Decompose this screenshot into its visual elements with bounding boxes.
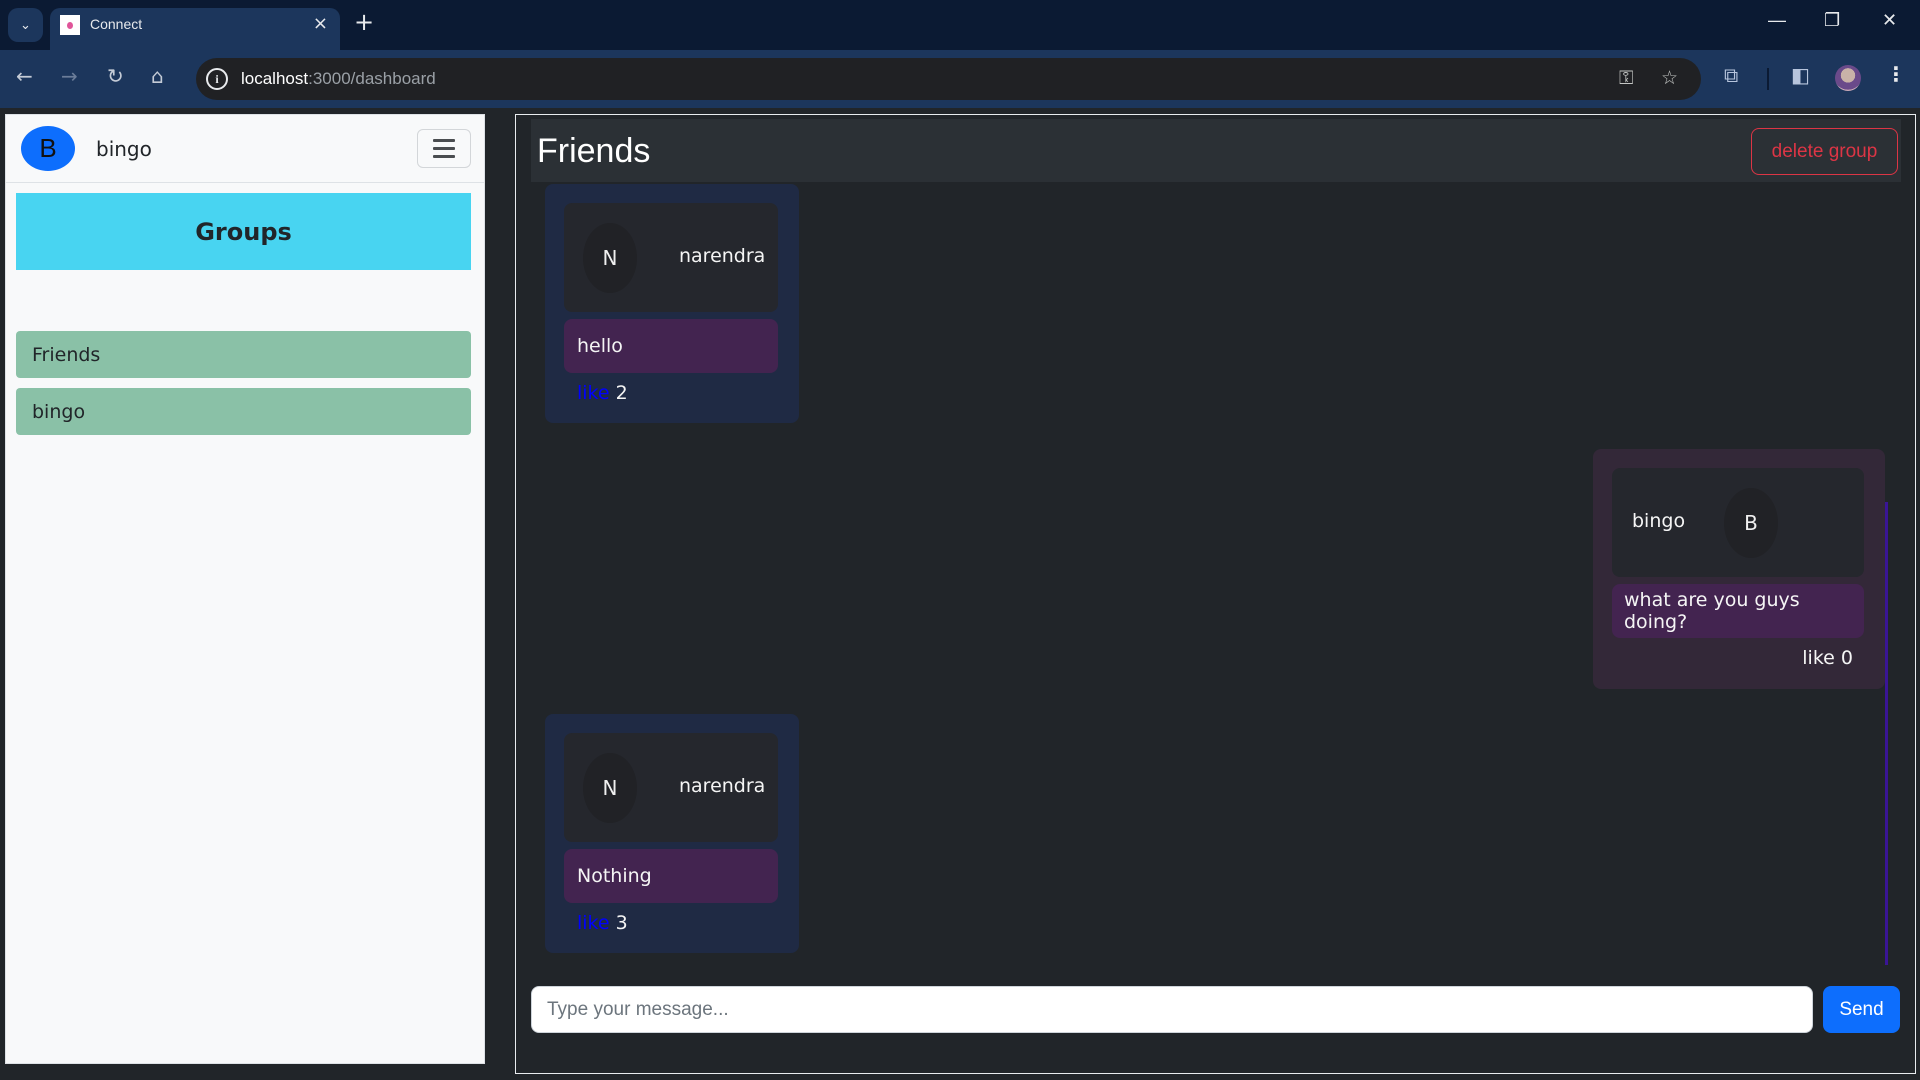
sidebar-header: B bingo — [6, 115, 484, 183]
sender-name: bingo — [1632, 510, 1686, 532]
minimize-icon[interactable]: — — [1768, 10, 1786, 31]
user-avatar: B — [21, 126, 75, 171]
browser-menu-icon[interactable]: ⋮ — [1886, 62, 1906, 86]
url-text[interactable]: localhost:3000/dashboard — [241, 69, 436, 89]
hamburger-icon — [433, 139, 455, 142]
like-button[interactable]: like — [1802, 647, 1835, 669]
toolbar-divider — [1767, 68, 1769, 90]
chat-panel: Friends delete group N narendra hello li… — [515, 114, 1916, 1074]
sender-name: narendra — [679, 775, 766, 797]
browser-tab-strip: ⌄ Connect × + — ❐ ✕ — [0, 0, 1920, 50]
username: bingo — [96, 137, 152, 161]
site-info-icon[interactable]: i — [206, 68, 228, 90]
window-close-icon[interactable]: ✕ — [1882, 10, 1897, 31]
password-key-icon[interactable]: ⚿ — [1619, 67, 1633, 89]
forward-icon[interactable]: → — [61, 64, 78, 88]
sidebar-item-bingo[interactable]: bingo — [16, 388, 471, 435]
message-text: Nothing — [564, 849, 778, 903]
message-input[interactable] — [531, 986, 1813, 1033]
side-panel-icon[interactable]: ◧ — [1791, 63, 1810, 87]
like-count: 0 — [1840, 647, 1853, 669]
chevron-down-icon: ⌄ — [20, 17, 31, 33]
message-card: N narendra Nothing like 3 — [545, 714, 799, 953]
url-path: :3000/dashboard — [308, 69, 436, 88]
home-icon[interactable]: ⌂ — [151, 64, 164, 88]
sidebar-item-friends[interactable]: Friends — [16, 331, 471, 378]
message-text: what are you guys doing? — [1612, 584, 1864, 638]
back-icon[interactable]: ← — [16, 64, 33, 88]
like-count: 2 — [615, 382, 628, 404]
group-title: Friends — [537, 132, 651, 170]
sender-avatar: N — [583, 753, 637, 823]
restore-icon[interactable]: ❐ — [1824, 10, 1840, 31]
extensions-icon[interactable]: ⧉ — [1724, 63, 1738, 87]
sender-avatar: B — [1724, 488, 1778, 558]
chat-header: Friends delete group — [531, 119, 1901, 182]
like-row: like 3 — [577, 912, 628, 934]
address-bar[interactable]: i localhost:3000/dashboard ⚿ ☆ — [196, 58, 1701, 100]
profile-avatar[interactable] — [1835, 65, 1861, 91]
message-header: bingo B — [1612, 468, 1864, 577]
message-header: N narendra — [564, 203, 778, 312]
scroll-indicator — [1885, 502, 1888, 965]
new-tab-button[interactable]: + — [354, 8, 374, 36]
sender-avatar: N — [583, 223, 637, 293]
browser-tab[interactable]: Connect × — [50, 8, 340, 50]
hamburger-menu-button[interactable] — [417, 129, 471, 168]
browser-toolbar: ← → ↻ ⌂ i localhost:3000/dashboard ⚿ ☆ ⧉… — [0, 50, 1920, 108]
tab-search-button[interactable]: ⌄ — [8, 8, 43, 42]
groups-heading: Groups — [16, 193, 471, 270]
reload-icon[interactable]: ↻ — [107, 64, 124, 88]
sidebar: B bingo Groups Friends bingo — [5, 114, 485, 1064]
like-count: 3 — [615, 912, 628, 934]
sender-name: narendra — [679, 245, 766, 267]
send-button[interactable]: Send — [1823, 986, 1900, 1033]
like-button[interactable]: like — [577, 382, 610, 404]
url-host: localhost — [241, 69, 309, 88]
like-button[interactable]: like — [577, 912, 610, 934]
bookmark-star-icon[interactable]: ☆ — [1661, 67, 1678, 89]
message-header: N narendra — [564, 733, 778, 842]
tab-close-icon[interactable]: × — [313, 13, 328, 34]
like-row: like 0 — [1802, 647, 1853, 669]
message-text: hello — [564, 319, 778, 373]
favicon-icon — [60, 15, 80, 35]
delete-group-button[interactable]: delete group — [1751, 128, 1898, 175]
message-card-own: bingo B what are you guys doing? like 0 — [1593, 449, 1885, 689]
message-card: N narendra hello like 2 — [545, 184, 799, 423]
like-row: like 2 — [577, 382, 628, 404]
tab-title: Connect — [90, 16, 143, 32]
